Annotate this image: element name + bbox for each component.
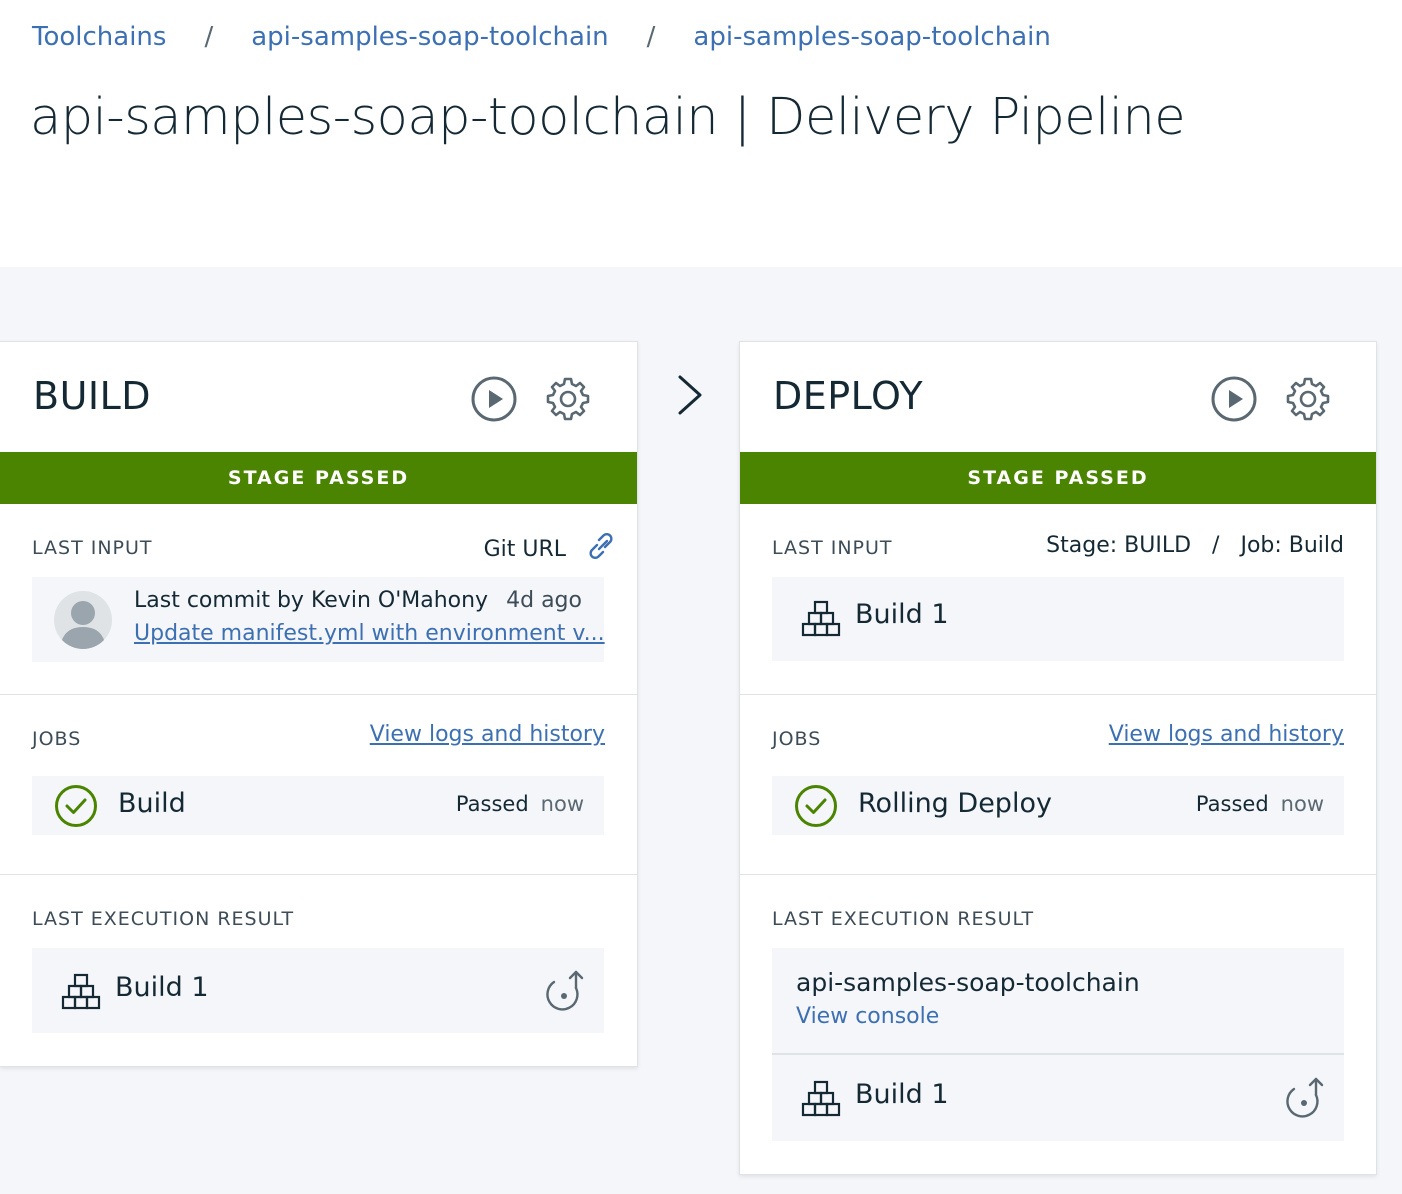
last-input-label: LAST INPUT (32, 537, 153, 559)
breadcrumb-separator: / (646, 22, 656, 52)
job-status: Passed now (456, 792, 584, 816)
redeploy-icon[interactable] (542, 968, 586, 1012)
stage-status-bar: STAGE PASSED (0, 452, 637, 504)
job-time: now (540, 792, 584, 816)
git-url-label: Git URL (483, 537, 566, 562)
breadcrumb-current[interactable]: api-samples-soap-toolchain (693, 22, 1050, 52)
job-time: now (1280, 792, 1324, 816)
job-row[interactable]: Build Passed now (32, 776, 604, 835)
input-stage-ref: Stage: BUILD (1046, 533, 1192, 558)
last-execution-label: LAST EXECUTION RESULT (32, 908, 295, 930)
commit-author: Last commit by Kevin O'Mahony (134, 588, 489, 613)
view-logs-link[interactable]: View logs and history (1109, 722, 1344, 747)
execution-build-tile: Build 1 (772, 1055, 1344, 1141)
last-input-label: LAST INPUT (772, 537, 893, 559)
jobs-section: JOBS View logs and history Build Passed n… (0, 695, 637, 875)
last-input-section: LAST INPUT Git URL Last commit by Kevin … (0, 504, 637, 695)
breadcrumb-toolchains[interactable]: Toolchains (32, 22, 166, 52)
execution-build-tile: Build 1 (32, 948, 604, 1033)
chevron-right-icon (678, 375, 702, 415)
jobs-label: JOBS (772, 728, 822, 750)
redeploy-icon[interactable] (1282, 1075, 1326, 1119)
page-title: api-samples-soap-toolchain | Delivery Pi… (30, 88, 1186, 147)
last-input-section: LAST INPUT Stage: BUILD / Job: Build Bui… (740, 504, 1376, 695)
last-execution-section: LAST EXECUTION RESULT Build 1 (0, 875, 637, 1067)
job-name: Build (118, 788, 186, 819)
breadcrumb-toolchain[interactable]: api-samples-soap-toolchain (251, 22, 608, 52)
avatar (54, 591, 112, 649)
commit-tile: Last commit by Kevin O'Mahony 4d ago Upd… (32, 577, 605, 662)
job-row[interactable]: Rolling Deploy Passed now (772, 776, 1344, 835)
build-name: Build 1 (855, 1079, 949, 1110)
breadcrumb-separator: / (204, 22, 214, 52)
jobs-section: JOBS View logs and history Rolling Deplo… (740, 695, 1376, 875)
stage-title: DEPLOY (773, 374, 924, 418)
stage-header: BUILD (0, 342, 637, 452)
input-separator: / (1212, 533, 1220, 558)
stage-header: DEPLOY (740, 342, 1376, 452)
input-job-ref: Job: Build (1240, 533, 1344, 558)
build-blocks-icon (61, 973, 101, 1010)
app-tile: api-samples-soap-toolchain View console (772, 948, 1344, 1055)
last-execution-label: LAST EXECUTION RESULT (772, 908, 1035, 930)
pipeline-canvas: BUILD STAGE PASSED LAST INPUT Git URL La… (0, 267, 1402, 1194)
checkmark-icon (795, 785, 837, 827)
view-console-link[interactable]: View console (796, 1004, 939, 1029)
build-blocks-icon (801, 600, 841, 637)
gear-icon[interactable] (1284, 375, 1332, 423)
breadcrumb: Toolchains / api-samples-soap-toolchain … (32, 22, 1051, 52)
stage-status-bar: STAGE PASSED (740, 452, 1376, 504)
build-name: Build 1 (855, 599, 949, 630)
gear-icon[interactable] (544, 375, 592, 423)
play-icon[interactable] (1210, 375, 1258, 423)
input-build-tile: Build 1 (772, 577, 1344, 661)
stage-card-build: BUILD STAGE PASSED LAST INPUT Git URL La… (0, 341, 638, 1067)
view-logs-link[interactable]: View logs and history (370, 722, 605, 747)
job-status-text: Passed (455, 792, 529, 816)
last-execution-section: LAST EXECUTION RESULT api-samples-soap-t… (740, 875, 1376, 1175)
stage-title: BUILD (33, 374, 152, 418)
job-status-text: Passed (1195, 792, 1269, 816)
build-blocks-icon (801, 1080, 841, 1117)
job-name: Rolling Deploy (858, 788, 1052, 819)
app-name: api-samples-soap-toolchain (796, 968, 1140, 997)
build-name: Build 1 (115, 972, 209, 1003)
job-status: Passed now (1196, 792, 1324, 816)
git-url[interactable]: Git URL (483, 532, 617, 562)
input-source: Stage: BUILD / Job: Build (1046, 533, 1344, 558)
play-icon[interactable] (470, 375, 518, 423)
commit-message-link[interactable]: Update manifest.yml with environment v..… (134, 621, 605, 646)
checkmark-icon (55, 785, 97, 827)
jobs-label: JOBS (32, 728, 82, 750)
commit-time: 4d ago (506, 588, 582, 613)
link-icon[interactable] (585, 532, 617, 560)
stage-card-deploy: DEPLOY STAGE PASSED LAST INPUT Stage: BU… (739, 341, 1377, 1175)
